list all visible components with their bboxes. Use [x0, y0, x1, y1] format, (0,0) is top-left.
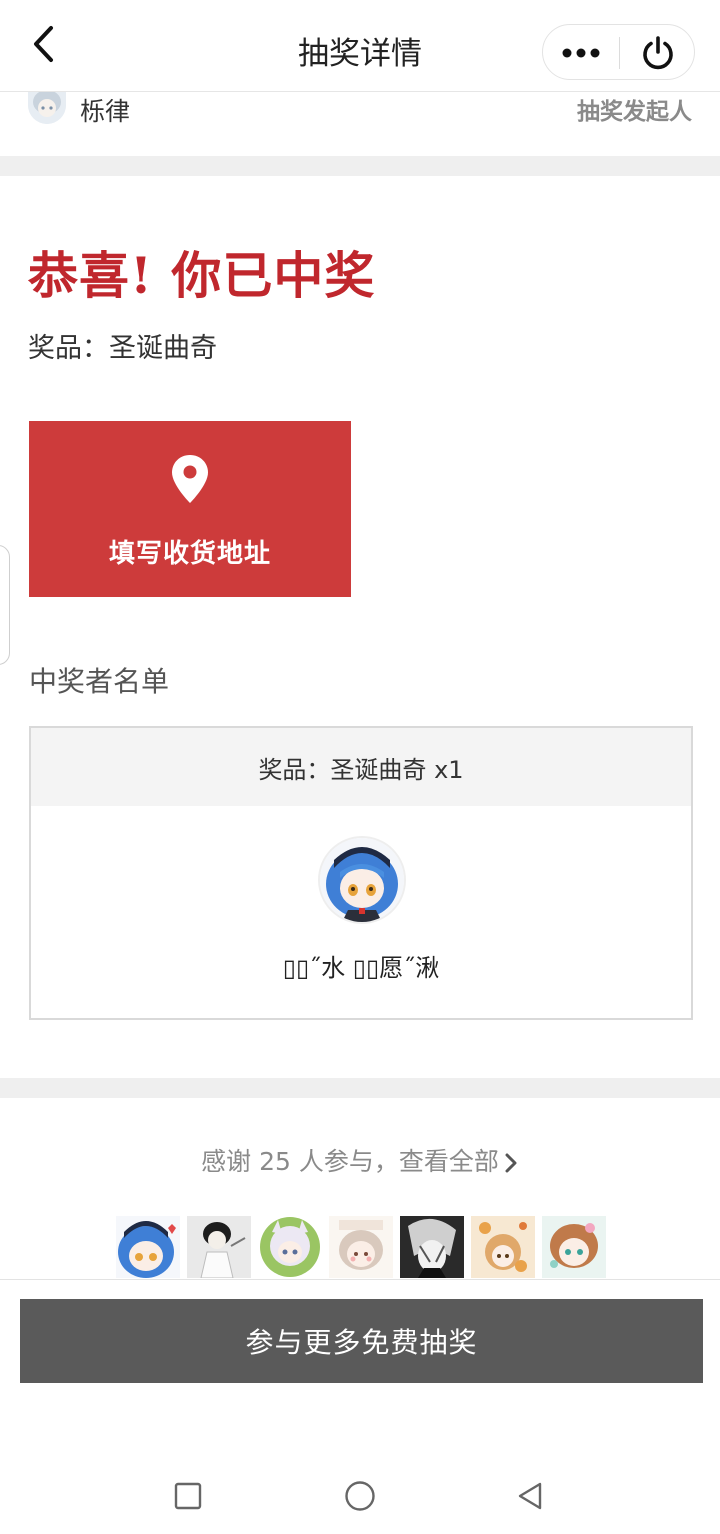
- participant-avatar[interactable]: [187, 1216, 251, 1278]
- more-button[interactable]: [543, 25, 619, 81]
- participant-avatar[interactable]: [542, 1216, 606, 1278]
- fill-address-button[interactable]: 填写收货地址: [29, 421, 351, 597]
- close-mini-program-button[interactable]: [620, 25, 696, 81]
- triangle-back-icon: [518, 1482, 542, 1510]
- participant-avatar[interactable]: [329, 1216, 393, 1278]
- join-more-lotteries-button[interactable]: 参与更多免费抽奖: [20, 1299, 703, 1383]
- location-pin-icon: [172, 455, 208, 503]
- initiator-avatar[interactable]: [28, 92, 66, 124]
- winners-heading: 中奖者名单: [29, 665, 170, 698]
- back-nav-button[interactable]: [510, 1476, 550, 1516]
- winners-prize-header: 奖品：圣诞曲奇 x1: [31, 728, 691, 806]
- power-icon: [643, 36, 673, 70]
- system-nav-bar: [0, 1440, 720, 1534]
- participant-avatar[interactable]: [400, 1216, 464, 1278]
- initiator-name[interactable]: 栎律: [80, 92, 130, 128]
- section-separator: [0, 1078, 720, 1098]
- recent-apps-button[interactable]: [168, 1476, 208, 1516]
- winner-avatar[interactable]: [318, 836, 406, 924]
- bottom-divider: [0, 1279, 720, 1280]
- top-bar: 抽奖详情: [0, 0, 720, 92]
- side-drawer-handle[interactable]: [0, 545, 10, 665]
- section-separator: [0, 156, 720, 176]
- winner-name: ▯▯˝水 ▯▯愿˝湫: [282, 954, 440, 982]
- more-dots-icon: [562, 48, 600, 58]
- view-all-participants-link[interactable]: 感谢 25 人参与，查看全部: [0, 1142, 720, 1178]
- chevron-right-icon: [505, 1153, 517, 1173]
- participant-avatar[interactable]: [258, 1216, 322, 1278]
- initiator-role-label: 抽奖发起人: [577, 99, 692, 125]
- participant-avatar[interactable]: [116, 1216, 180, 1278]
- circle-icon: [345, 1481, 375, 1511]
- square-icon: [174, 1482, 202, 1510]
- mini-program-capsule: [542, 24, 695, 80]
- initiator-row: 栎律 抽奖发起人: [0, 92, 720, 156]
- participant-avatar[interactable]: [471, 1216, 535, 1278]
- home-button[interactable]: [340, 1476, 380, 1516]
- prize-text: 奖品：圣诞曲奇: [28, 333, 217, 364]
- congrats-title: 恭喜! 你已中奖: [28, 246, 376, 305]
- participant-avatars: [116, 1216, 608, 1278]
- participants-thanks-text: 感谢 25 人参与，查看全部: [201, 1147, 499, 1176]
- winners-card: 奖品：圣诞曲奇 x1 ▯▯˝水 ▯▯愿˝湫: [29, 726, 693, 1020]
- fill-address-label: 填写收货地址: [108, 539, 271, 569]
